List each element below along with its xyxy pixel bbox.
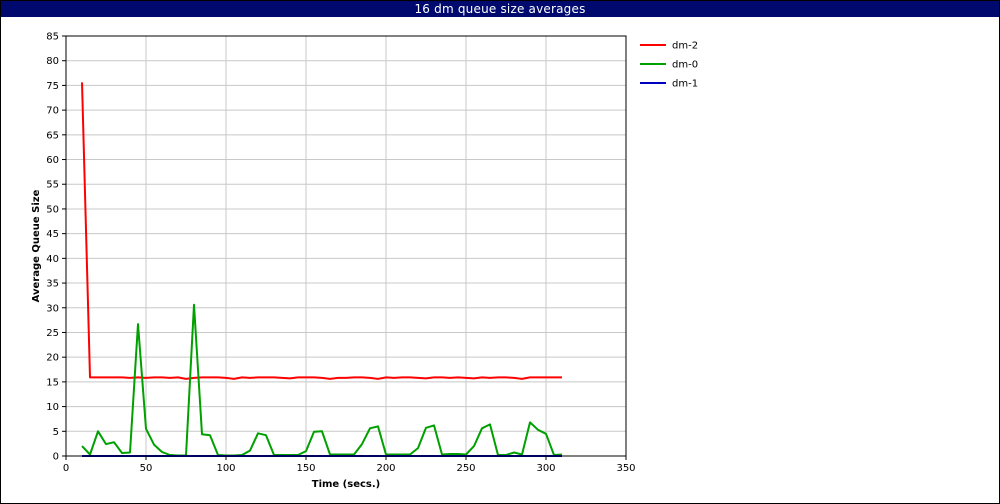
x-tick-label: 250 [456,463,475,474]
y-tick-label: 60 [46,155,59,166]
y-tick-label: 85 [46,32,59,43]
x-tick-label: 50 [140,463,153,474]
x-tick-label: 300 [536,463,555,474]
y-tick-label: 65 [46,130,59,141]
y-tick-label: 10 [46,402,59,413]
y-tick-label: 75 [46,81,59,92]
legend: dm-2 dm-0 dm-1 [640,41,698,90]
x-tick-label: 150 [296,463,315,474]
y-tick-label: 40 [46,254,59,265]
line-chart: 0 5 10 15 20 25 30 35 40 45 50 55 60 65 70 75 80 85 0 50 100… [31,32,698,491]
legend-label-dm-0: dm-0 [672,60,698,71]
chart-window: 16 dm queue size averages 0 5 10 15 20 25 30 35… [0,0,1000,504]
y-tick-label: 55 [46,180,59,191]
y-tick-label: 20 [46,353,59,364]
y-tick-label: 30 [46,303,59,314]
y-tick-label: 70 [46,106,59,117]
y-axis-label: Average Queue Size [31,189,42,302]
x-tick-label: 200 [376,463,395,474]
y-tick-label: 25 [46,328,59,339]
x-tick-label: 100 [216,463,235,474]
legend-label-dm-2: dm-2 [672,41,698,52]
y-tick-label: 50 [46,204,59,215]
x-tick-label: 0 [63,463,69,474]
plot-area [66,36,626,456]
y-tick-label: 35 [46,279,59,290]
x-tick-label: 350 [616,463,635,474]
y-tick-label: 15 [46,377,59,388]
y-tick-label: 5 [53,427,59,438]
legend-label-dm-1: dm-1 [672,79,698,90]
x-axis-label: Time (secs.) [312,479,381,490]
y-tick-label: 80 [46,56,59,67]
y-tick-label: 45 [46,229,59,240]
y-tick-label: 0 [53,452,59,463]
